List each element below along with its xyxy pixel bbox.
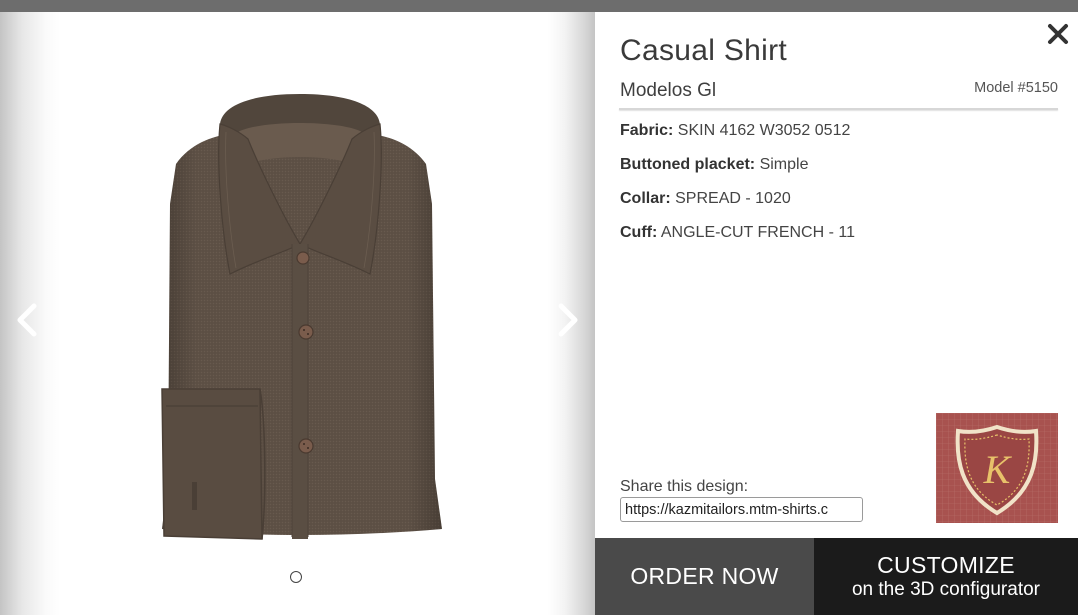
image-gallery xyxy=(0,12,595,615)
spec-label: Cuff: xyxy=(620,224,658,241)
spec-value: Simple xyxy=(759,156,809,173)
product-details-panel: Casual Shirt Modelos Gl Model #5150 Fabr… xyxy=(595,12,1078,615)
spec-value: SKIN 4162 W3052 0512 xyxy=(677,122,851,139)
spec-placket: Buttoned placket: Simple xyxy=(620,156,808,174)
next-image-button[interactable] xyxy=(550,302,586,338)
model-number: Model #5150 xyxy=(974,80,1058,96)
customize-button[interactable]: CUSTOMIZE on the 3D configurator xyxy=(814,538,1078,615)
spec-value: ANGLE-CUT FRENCH - 11 xyxy=(660,224,855,241)
backdrop-bar xyxy=(0,0,1078,12)
previous-image-button[interactable] xyxy=(9,302,45,338)
customize-sublabel: on the 3D configurator xyxy=(851,578,1040,600)
logo-letter: K xyxy=(983,447,1013,492)
order-now-button[interactable]: ORDER NOW xyxy=(595,538,814,615)
spec-fabric: Fabric: SKIN 4162 W3052 0512 xyxy=(620,122,850,140)
close-icon xyxy=(1048,24,1068,44)
spec-value: SPREAD - 1020 xyxy=(675,190,791,207)
chevron-left-icon xyxy=(17,303,37,337)
brand-logo: K xyxy=(936,413,1058,523)
shirt-image xyxy=(161,94,442,540)
gallery-indicator-dot[interactable] xyxy=(290,571,302,583)
close-button[interactable] xyxy=(1044,20,1072,48)
spec-label: Fabric: xyxy=(620,122,674,139)
product-subtitle: Modelos Gl xyxy=(620,80,717,101)
share-url-input[interactable] xyxy=(620,497,863,522)
divider xyxy=(619,108,1058,110)
spec-label: Buttoned placket: xyxy=(620,156,756,173)
spec-cuff: Cuff: ANGLE-CUT FRENCH - 11 xyxy=(620,224,855,242)
spec-label: Collar: xyxy=(620,190,671,207)
share-label: Share this design: xyxy=(620,478,749,495)
customize-label: CUSTOMIZE xyxy=(877,551,1015,578)
chevron-right-icon xyxy=(558,303,578,337)
product-modal: Casual Shirt Modelos Gl Model #5150 Fabr… xyxy=(0,12,1078,615)
product-title: Casual Shirt xyxy=(620,34,788,67)
spec-collar: Collar: SPREAD - 1020 xyxy=(620,190,791,208)
